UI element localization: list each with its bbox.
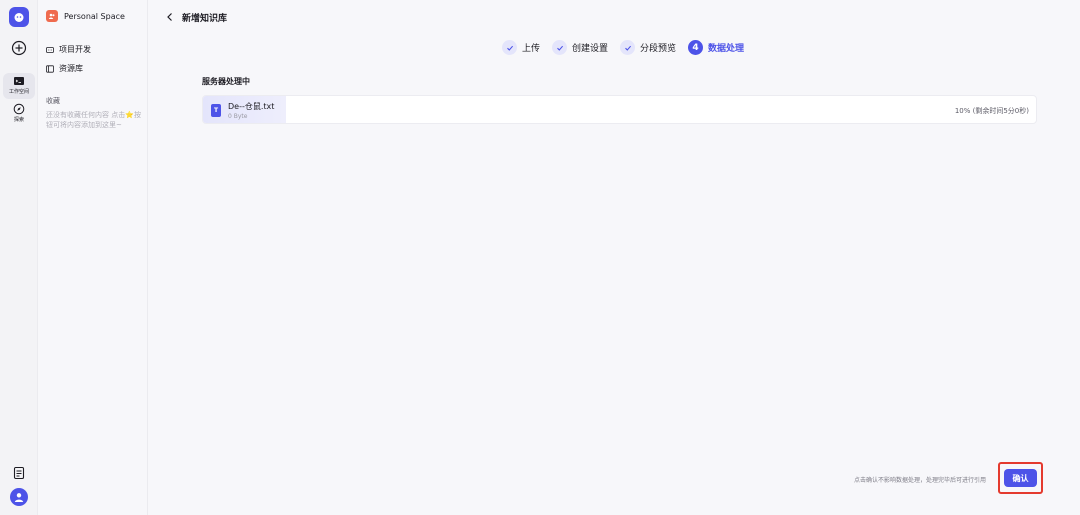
sidebar-item-label: 资源库 (59, 64, 83, 73)
file-row: T De--仓鼠.txt 0 Byte 10% (剩余时间5分0秒) (202, 95, 1037, 124)
space-name: Personal Space (64, 11, 125, 21)
terminal-icon (14, 77, 24, 85)
step-label: 数据处理 (708, 44, 745, 54)
page-title: 新增知识库 (182, 14, 228, 24)
step-label: 创建设置 (572, 44, 609, 54)
back-arrow-icon[interactable] (166, 12, 174, 22)
user-icon (14, 493, 24, 502)
sidebar-item-project[interactable]: 项目开发 (46, 44, 91, 55)
rail-explore-label: 探索 (13, 117, 24, 123)
stepper: 上传 创建设置 分段预览 4 数据处理 (502, 40, 744, 55)
favorites-title: 收藏 (46, 97, 60, 105)
step-create-settings: 创建设置 (552, 40, 608, 55)
left-rail: 工作空间 探索 (0, 0, 38, 515)
file-status: 10% (剩余时间5分0秒) (954, 107, 1029, 115)
compass-icon (13, 103, 25, 115)
step-label: 上传 (522, 44, 541, 54)
document-icon[interactable] (12, 466, 26, 480)
sidebar-item-label: 项目开发 (59, 45, 91, 54)
check-icon (502, 40, 517, 55)
confirm-hint: 点击确认不影响数据处理，处理完毕后可进行引用 (854, 477, 987, 484)
space-sidebar: Personal Space 项目开发 资源库 收藏 还没有收藏任何内容 点击⭐… (38, 0, 148, 515)
space-badge-icon (46, 10, 58, 22)
check-icon (620, 40, 636, 55)
file-size: 0 Byte (228, 113, 248, 120)
avatar[interactable] (10, 488, 28, 506)
rail-workspace-label: 工作空间 (8, 89, 29, 95)
step-upload: 上传 (502, 40, 540, 55)
file-name: De--仓鼠.txt (228, 102, 275, 111)
main-panel: 新增知识库 上传 创建设置 分段预览 4 数据处理 服务器处理中 T De--仓… (148, 0, 1080, 515)
confirm-button[interactable]: 确认 (1004, 469, 1037, 487)
library-icon (46, 64, 54, 73)
step-number: 4 (688, 40, 704, 55)
rail-item-explore[interactable]: 探索 (3, 101, 35, 127)
project-icon (46, 46, 54, 53)
step-label: 分段预览 (640, 44, 677, 54)
app-logo-icon[interactable] (9, 7, 29, 27)
step-data-processing: 4 数据处理 (688, 40, 744, 55)
processing-label: 服务器处理中 (202, 77, 250, 86)
text-file-icon: T (211, 104, 221, 117)
step-segment-preview: 分段预览 (620, 40, 676, 55)
add-icon[interactable] (11, 40, 27, 56)
check-icon (552, 40, 568, 55)
sidebar-item-library[interactable]: 资源库 (46, 63, 83, 74)
favorites-empty-text: 还没有收藏任何内容 点击⭐按钮可将内容添加到这里~ (46, 111, 141, 129)
rail-item-workspace[interactable]: 工作空间 (3, 73, 35, 99)
space-switcher[interactable]: Personal Space (46, 10, 125, 22)
